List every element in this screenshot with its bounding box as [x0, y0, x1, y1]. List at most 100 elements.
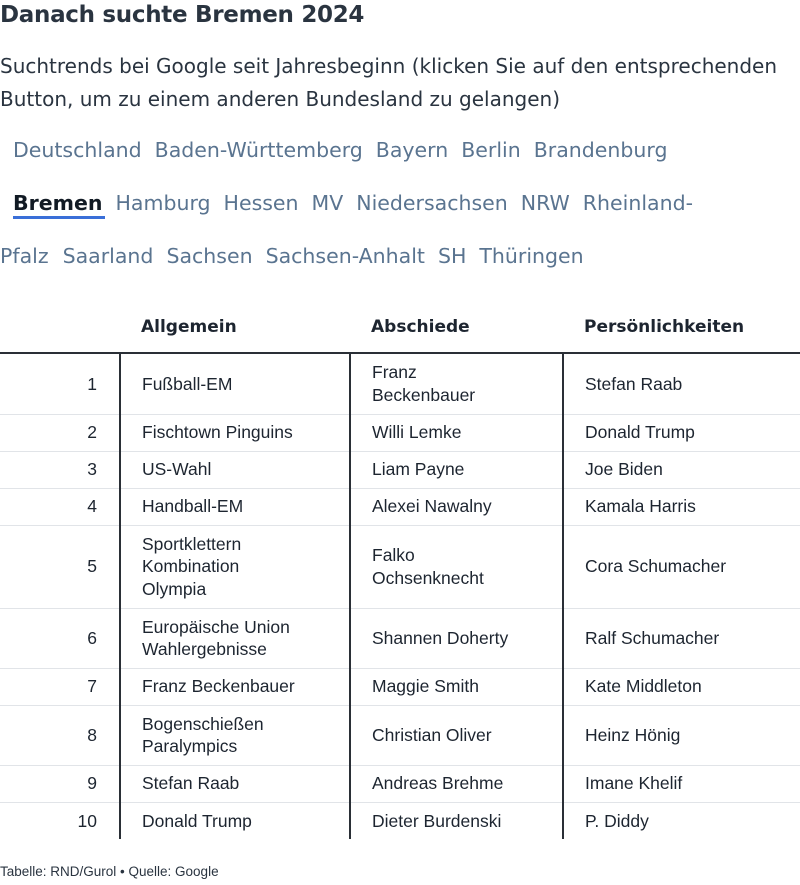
abschiede-cell: Franz Beckenbauer	[350, 353, 564, 414]
table-row: 2 Fischtown Pinguins Willi Lemke Donald Tru…	[0, 413, 800, 451]
tab-rheinland-pfalz-continued[interactable]: Pfalz	[0, 230, 49, 283]
allgemein-cell: Sportklettern Kombination Olympia	[120, 524, 351, 608]
persoenlichkeiten-cell-line: Heinz Hönig	[585, 724, 681, 745]
abschiede-cell: Falko Ochsenknecht	[350, 524, 564, 608]
table-row: 4 Handball-EM Alexei Nawalny Kamala Harris	[0, 487, 800, 525]
allgemein-cell: Bogenschießen Paralympics	[120, 704, 351, 765]
persoenlichkeiten-cell-line: Kamala Harris	[585, 496, 696, 517]
persoenlichkeiten-cell-line: Stefan Raab	[585, 373, 683, 394]
allgemein-cell-line: Fußball-EM	[142, 373, 233, 394]
allgemein-cell-line: Sportklettern	[142, 533, 242, 554]
persoenlichkeiten-cell: Kamala Harris	[563, 487, 800, 525]
abschiede-cell-line: Franz	[372, 362, 417, 383]
persoenlichkeiten-cell: Imane Khelif	[563, 764, 800, 802]
table-row: 9 Stefan Raab Andreas Brehme Imane Khelif	[0, 764, 800, 802]
allgemein-cell: Fußball-EM	[120, 353, 351, 414]
persoenlichkeiten-cell-line: Joe Biden	[585, 459, 663, 480]
persoenlichkeiten-cell: Donald Trump	[563, 413, 800, 451]
tab-bayern[interactable]: Bayern	[376, 124, 448, 177]
table-row: 10 Donald Trump Dieter Burdenski P. Diddy	[0, 801, 800, 839]
allgemein-cell: Handball-EM	[120, 487, 351, 525]
persoenlichkeiten-cell: Stefan Raab	[563, 353, 800, 414]
persoenlichkeiten-cell-line: Ralf Schumacher	[585, 627, 720, 648]
persoenlichkeiten-cell: Joe Biden	[563, 450, 800, 488]
abschiede-cell-line: Dieter Burdenski	[372, 810, 502, 831]
header-persoenlichkeiten: Persönlichkeiten	[563, 304, 800, 354]
tab-sh[interactable]: SH	[438, 230, 466, 283]
allgemein-cell: Franz Beckenbauer	[120, 667, 351, 705]
rank-cell: 10	[0, 801, 121, 839]
allgemein-cell-line: US-Wahl	[142, 459, 212, 480]
table-row: 8 Bogenschießen Paralympics Christian Olive…	[0, 704, 800, 765]
allgemein-cell-line: Fischtown Pinguins	[142, 422, 293, 443]
allgemein-cell: Stefan Raab	[120, 764, 351, 802]
allgemein-cell-line: Paralympics	[142, 736, 238, 756]
tab-bremen[interactable]: Bremen	[13, 177, 104, 230]
header-abschiede: Abschiede	[350, 304, 563, 354]
tab-mv[interactable]: MV	[312, 177, 344, 230]
abschiede-cell-line: Shannen Doherty	[372, 627, 509, 648]
source-footer: Tabelle: RND/Gurol • Quelle: Google	[0, 864, 219, 879]
tab-niedersachsen[interactable]: Niedersachsen	[356, 177, 508, 230]
tab-sachsen-anhalt[interactable]: Sachsen-Anhalt	[266, 230, 425, 283]
table-row: 5 Sportklettern Kombination Olympia Falko Och…	[0, 524, 800, 608]
persoenlichkeiten-cell-line: Donald Trump	[585, 422, 695, 443]
allgemein-cell: US-Wahl	[120, 450, 351, 488]
tab-sachsen[interactable]: Sachsen	[166, 230, 252, 283]
allgemein-cell-line: Olympia	[142, 578, 207, 599]
abschiede-cell: Liam Payne	[350, 450, 564, 488]
tab-hessen[interactable]: Hessen	[224, 177, 299, 230]
abschiede-cell-line: Alexei Nawalny	[372, 496, 492, 517]
allgemein-cell: Fischtown Pinguins	[120, 413, 351, 451]
tab-rheinland-pfalz[interactable]: Rheinland-	[583, 177, 693, 230]
tab-berlin[interactable]: Berlin	[461, 124, 521, 177]
abschiede-cell-line: Ochsenknecht	[372, 567, 484, 588]
persoenlichkeiten-cell-line: Imane Khelif	[585, 773, 683, 794]
allgemein-cell-line: Handball-EM	[142, 496, 244, 517]
table-body: 1 Fußball-EM Franz Beckenbauer Stefan Raab 2 F…	[0, 353, 800, 839]
search-trends-table: Allgemein Abschiede Persönlichkeiten 1 Fu…	[0, 304, 800, 839]
abschiede-cell: Andreas Brehme	[350, 764, 564, 802]
tab-thueringen[interactable]: Thüringen	[479, 230, 583, 283]
persoenlichkeiten-cell-line: Kate Middleton	[585, 676, 702, 697]
persoenlichkeiten-cell-line: Cora Schumacher	[585, 556, 727, 577]
allgemein-cell-line: Wahlergebnisse	[142, 639, 267, 659]
tab-saarland[interactable]: Saarland	[63, 230, 154, 283]
table-header-row: Allgemein Abschiede Persönlichkeiten	[0, 304, 800, 354]
table-row: 3 US-Wahl Liam Payne Joe Biden	[0, 450, 800, 488]
abschiede-cell-line: Christian Oliver	[372, 724, 492, 745]
abschiede-cell: Christian Oliver	[350, 704, 564, 765]
rank-cell: 3	[0, 450, 121, 488]
tab-nrw[interactable]: NRW	[521, 177, 570, 230]
page-title: Danach suchte Bremen 2024	[0, 2, 365, 28]
tab-baden-wuerttemberg[interactable]: Baden-Württemberg	[155, 124, 363, 177]
header-rank	[0, 304, 120, 354]
persoenlichkeiten-cell: Ralf Schumacher	[563, 607, 800, 668]
table-row: 7 Franz Beckenbauer Maggie Smith Kate Middl…	[0, 667, 800, 705]
allgemein-cell: Donald Trump	[120, 801, 351, 839]
persoenlichkeiten-cell: Heinz Hönig	[563, 704, 800, 765]
rank-cell: 7	[0, 667, 121, 705]
header-allgemein: Allgemein	[120, 304, 350, 354]
state-tab-bar: Deutschland Baden-Württemberg Bayern Berlin…	[0, 124, 750, 283]
abschiede-cell-line: Liam Payne	[372, 459, 465, 480]
abschiede-cell-line: Falko	[372, 545, 415, 565]
persoenlichkeiten-cell: P. Diddy	[563, 801, 800, 839]
abschiede-cell-line: Willi Lemke	[372, 422, 462, 443]
abschiede-cell-line: Andreas Brehme	[372, 773, 504, 794]
rank-cell: 8	[0, 704, 121, 765]
allgemein-cell-line: Franz Beckenbauer	[142, 676, 295, 697]
table-row: 6 Europäische Union Wahlergebnisse Shannen …	[0, 607, 800, 668]
tab-hamburg[interactable]: Hamburg	[116, 177, 211, 230]
allgemein-cell-line: Kombination	[142, 556, 240, 577]
abschiede-cell: Alexei Nawalny	[350, 487, 564, 525]
tab-brandenburg[interactable]: Brandenburg	[534, 124, 668, 177]
rank-cell: 9	[0, 764, 121, 802]
persoenlichkeiten-cell: Cora Schumacher	[563, 524, 800, 608]
abschiede-cell: Dieter Burdenski	[350, 801, 564, 839]
abschiede-cell-line: Beckenbauer	[372, 384, 476, 405]
allgemein-cell-line: Stefan Raab	[142, 773, 240, 794]
tab-deutschland[interactable]: Deutschland	[13, 124, 142, 177]
rank-cell: 6	[0, 607, 121, 668]
rank-cell: 4	[0, 487, 121, 525]
